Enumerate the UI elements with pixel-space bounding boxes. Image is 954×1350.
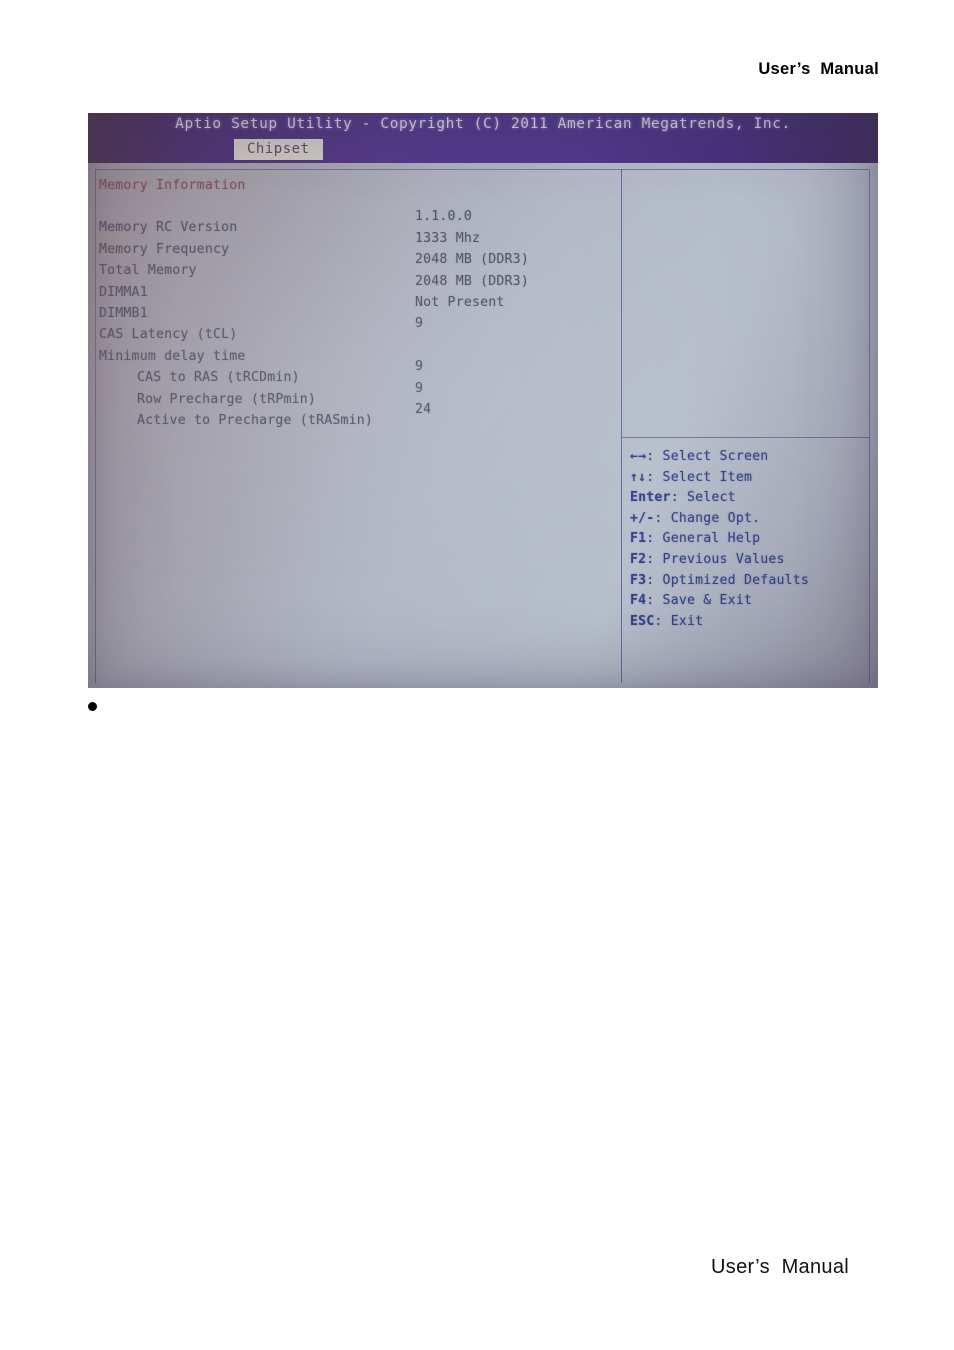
- memory-info-value: 1.1.0.0: [415, 209, 472, 225]
- memory-info-row: DIMMB1 Not Present: [99, 295, 614, 324]
- help-key-action: : Optimized Defaults: [646, 572, 810, 588]
- memory-info-label: Minimum delay time: [99, 348, 246, 364]
- help-key-action: : Exit: [654, 613, 704, 629]
- help-key-row: Enter: Select: [630, 488, 870, 509]
- memory-info-row: Memory Frequency 1333 Mhz: [99, 231, 614, 260]
- memory-info-value: 1333 Mhz: [415, 230, 481, 246]
- page-running-head: User’s Manual: [758, 60, 879, 78]
- memory-info-label: Total Memory: [99, 263, 197, 279]
- memory-info-row: Active to Precharge (tRASmin) 24: [99, 402, 614, 431]
- memory-info-label: Memory RC Version: [99, 220, 238, 236]
- help-key-row: F2: Previous Values: [630, 550, 870, 571]
- help-key-action: : Change Opt.: [654, 510, 761, 526]
- help-key-name: F1: [630, 531, 647, 547]
- help-key-action: : Select Item: [646, 469, 753, 485]
- help-key-row: F1: General Help: [630, 529, 870, 550]
- memory-info-value: 24: [415, 401, 432, 417]
- help-key-name: F3: [630, 572, 647, 588]
- memory-info-label: CAS Latency (tCL): [99, 327, 238, 343]
- bullet-dot-icon: [88, 702, 97, 712]
- help-key-action: : Save & Exit: [646, 593, 753, 609]
- help-key-name: +/-: [630, 510, 655, 526]
- help-key-action: : Select Screen: [646, 449, 769, 464]
- memory-info-label: Active to Precharge (tRASmin): [137, 412, 374, 428]
- memory-info-label: Memory Frequency: [99, 241, 230, 257]
- memory-info-value: 9: [415, 380, 424, 396]
- bios-column-divider: [621, 169, 622, 683]
- help-key-name: F4: [630, 593, 647, 609]
- help-key-row: ↑↓: Select Item: [630, 468, 870, 489]
- help-key-row: ←→: Select Screen: [630, 447, 870, 468]
- memory-info-value: 2048 MB (DDR3): [415, 252, 529, 268]
- help-key-name: F2: [630, 551, 647, 567]
- help-key-name: Enter: [630, 490, 671, 506]
- memory-info-row: CAS Latency (tCL) 9: [99, 316, 614, 345]
- help-key-row: F4: Save & Exit: [630, 591, 870, 612]
- memory-info-value: Not Present: [415, 294, 505, 310]
- tab-chipset[interactable]: Chipset: [234, 139, 323, 160]
- memory-info-row: Memory RC Version 1.1.0.0: [99, 209, 614, 238]
- help-key-row: +/-: Change Opt.: [630, 509, 870, 530]
- memory-info-value: 2048 MB (DDR3): [415, 273, 529, 289]
- memory-info-row: DIMMA1 2048 MB (DDR3): [99, 274, 614, 303]
- help-key-name: ESC: [630, 613, 655, 629]
- memory-info-row: Total Memory 2048 MB (DDR3): [99, 252, 614, 281]
- help-key-action: : Previous Values: [646, 551, 785, 567]
- memory-info-row: Minimum delay time: [99, 346, 614, 367]
- bios-help-separator: [622, 437, 870, 438]
- memory-info-label: CAS to RAS (tRCDmin): [137, 370, 300, 386]
- memory-information-panel: Memory Information Memory RC Version 1.1.…: [99, 175, 614, 431]
- help-key-row: F3: Optimized Defaults: [630, 571, 870, 592]
- memory-info-row: Row Precharge (tRPmin) 9: [99, 381, 614, 410]
- help-key-rows: ←→: Select Screen ↑↓: Select Item Enter: S…: [630, 447, 870, 632]
- help-key-legend: ←→: Select Screen ↑↓: Select Item Enter: S…: [630, 447, 870, 632]
- section-heading-memory-information: Memory Information: [99, 178, 246, 193]
- memory-info-label: DIMMA1: [99, 284, 148, 300]
- help-key-row: ESC: Exit: [630, 612, 870, 633]
- bios-screenshot-figure: Aptio Setup Utility - Copyright (C) 2011…: [88, 113, 878, 688]
- memory-info-value: 9: [415, 316, 424, 332]
- help-key-name: ←→: [630, 449, 647, 464]
- memory-info-label: DIMMB1: [99, 305, 148, 321]
- memory-info-value: 9: [415, 359, 424, 375]
- page-running-foot: User’s Manual: [711, 1256, 849, 1278]
- bios-title-text: Aptio Setup Utility - Copyright (C) 2011…: [175, 116, 791, 132]
- memory-info-label: Row Precharge (tRPmin): [137, 391, 317, 407]
- help-key-action: : General Help: [646, 531, 761, 547]
- memory-information-rows: Memory RC Version 1.1.0.0 Memory Frequency…: [99, 209, 614, 431]
- help-key-name: ↑↓: [630, 469, 647, 485]
- help-key-action: : Select: [670, 490, 736, 506]
- memory-info-row: CAS to RAS (tRCDmin) 9: [99, 359, 614, 388]
- bullet-list-item: [88, 698, 388, 720]
